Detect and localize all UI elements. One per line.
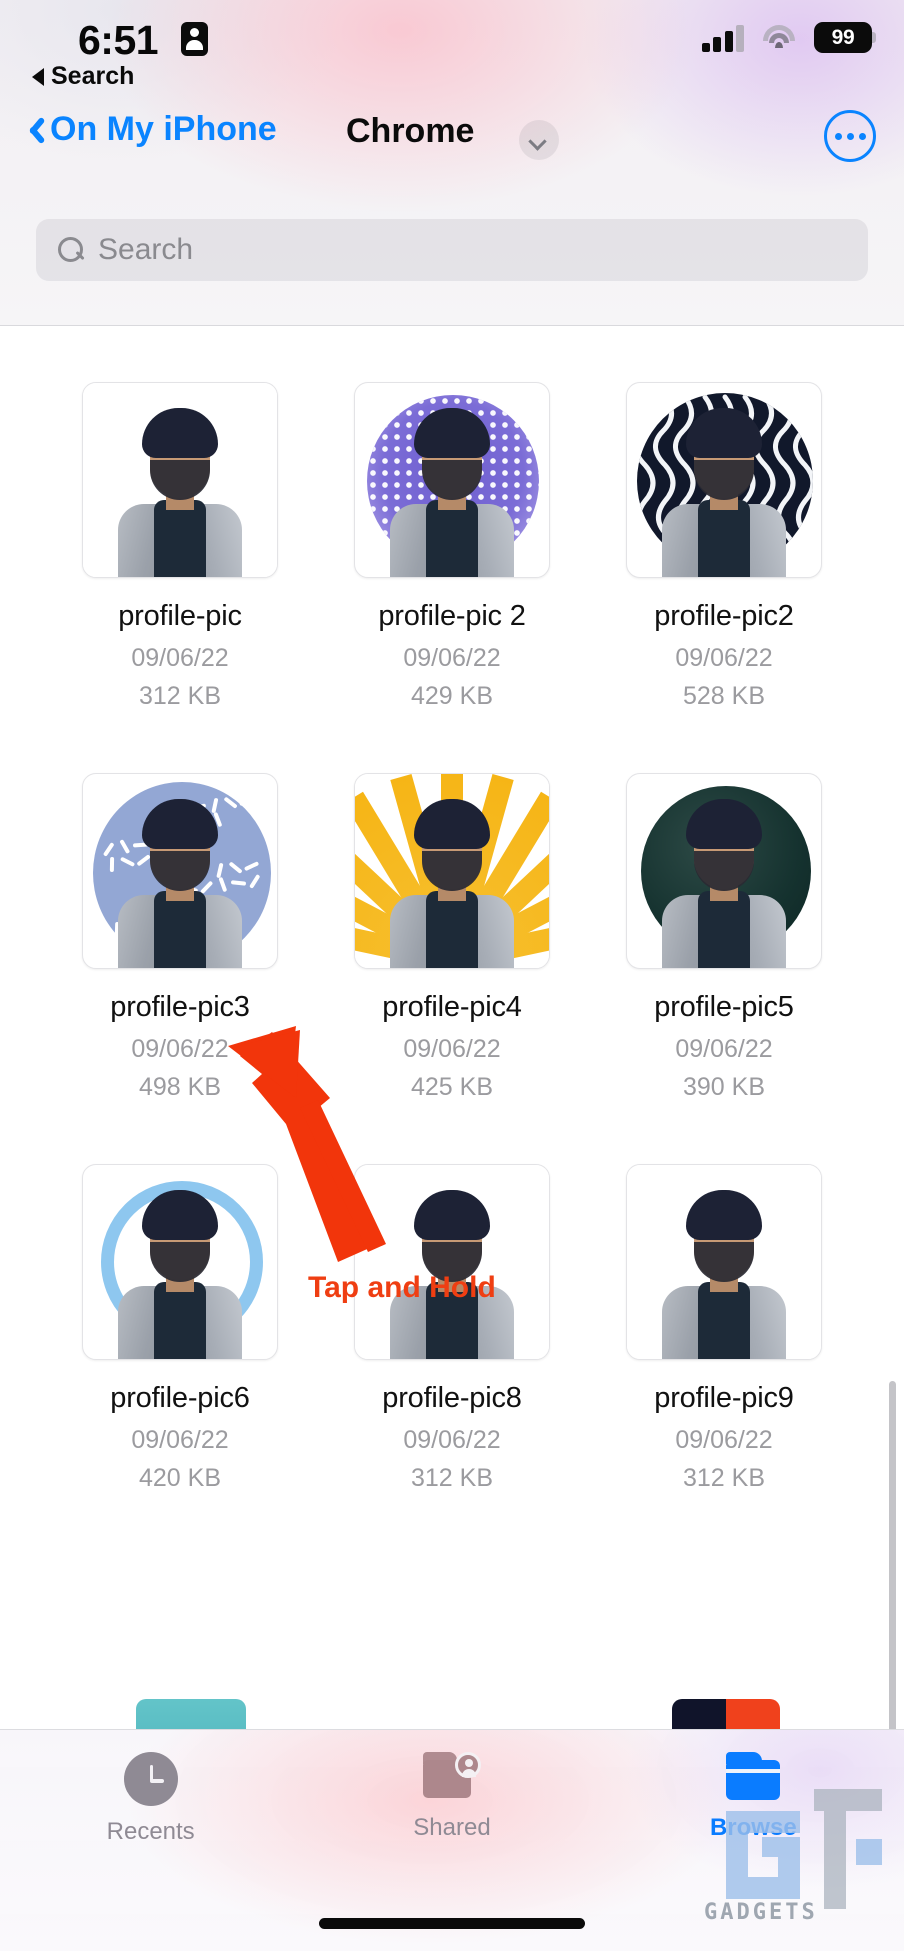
file-thumbnail[interactable] xyxy=(354,1164,550,1360)
file-size: 425 KB xyxy=(410,1073,493,1101)
page-title: Chrome xyxy=(346,112,475,150)
file-item[interactable]: profile-pic3 09/06/22 498 KB xyxy=(44,773,316,1102)
file-grid-area[interactable]: profile-pic 09/06/22 312 KB profile-pic 2 09… xyxy=(0,326,904,1729)
clock-icon xyxy=(123,1752,178,1806)
avatar xyxy=(388,799,516,968)
tab-recents[interactable]: Recents xyxy=(0,1730,301,1890)
status-indicators: 99 xyxy=(701,22,876,53)
file-date: 09/06/22 xyxy=(403,1035,501,1063)
battery-percent: 99 xyxy=(831,25,855,49)
file-name: profile-pic4 xyxy=(382,991,522,1023)
file-size: 498 KB xyxy=(138,1073,221,1101)
file-size: 312 KB xyxy=(410,1464,493,1492)
file-size: 420 KB xyxy=(138,1464,221,1492)
gt-logo: GADGETS xyxy=(696,1781,886,1931)
tab-label: Recents xyxy=(106,1818,195,1845)
file-thumbnail[interactable] xyxy=(82,773,278,969)
back-to-search-button[interactable]: Search xyxy=(32,62,134,91)
chevron-left-icon xyxy=(22,114,40,146)
file-name: profile-pic9 xyxy=(654,1382,794,1414)
navigation-bar: On My iPhone Chrome xyxy=(0,100,904,178)
battery-icon: 99 xyxy=(814,22,876,53)
search-input[interactable]: Search xyxy=(36,219,868,281)
file-thumbnail[interactable] xyxy=(354,382,550,578)
annotation-label: Tap and Hold xyxy=(308,1271,496,1304)
file-item[interactable]: profile-pic9 09/06/22 312 KB xyxy=(588,1164,860,1493)
tab-label: Shared xyxy=(413,1814,491,1841)
file-size: 390 KB xyxy=(682,1073,765,1101)
search-icon xyxy=(58,237,84,263)
file-date: 09/06/22 xyxy=(403,1426,501,1454)
wifi-icon xyxy=(762,24,796,51)
file-item[interactable]: profile-pic2 09/06/22 528 KB xyxy=(588,382,860,711)
id-card-icon xyxy=(181,22,208,56)
file-date: 09/06/22 xyxy=(675,1035,773,1063)
next-row-peek xyxy=(0,1685,904,1729)
status-bar: 6:51 Search 99 xyxy=(0,0,904,100)
status-time: 6:51 xyxy=(78,17,159,63)
ellipsis-circle-icon[interactable] xyxy=(824,110,876,162)
file-name: profile-pic8 xyxy=(382,1382,522,1414)
file-name: profile-pic5 xyxy=(654,991,794,1023)
avatar xyxy=(660,1190,788,1359)
file-size: 312 KB xyxy=(682,1464,765,1492)
file-item[interactable]: profile-pic5 09/06/22 390 KB xyxy=(588,773,860,1102)
watermark-text: GADGETS xyxy=(704,1900,818,1925)
chevron-down-icon[interactable] xyxy=(519,120,559,160)
file-item[interactable]: profile-pic 2 09/06/22 429 KB xyxy=(316,382,588,711)
file-name: profile-pic6 xyxy=(110,1382,250,1414)
scrollbar[interactable] xyxy=(889,1381,896,1729)
file-date: 09/06/22 xyxy=(131,1426,229,1454)
back-button[interactable]: On My iPhone xyxy=(22,110,277,149)
file-thumbnail[interactable] xyxy=(354,773,550,969)
file-item[interactable]: profile-pic8 09/06/22 312 KB xyxy=(316,1164,588,1493)
file-date: 09/06/22 xyxy=(131,1035,229,1063)
avatar xyxy=(116,799,244,968)
file-name: profile-pic xyxy=(118,600,242,632)
avatar xyxy=(660,799,788,968)
file-date: 09/06/22 xyxy=(131,644,229,672)
file-grid: profile-pic 09/06/22 312 KB profile-pic 2 09… xyxy=(0,326,904,1493)
home-indicator[interactable] xyxy=(319,1918,585,1929)
file-thumbnail[interactable] xyxy=(626,773,822,969)
folder-person-icon xyxy=(422,1752,481,1802)
iphone-screen: 6:51 Search 99 On My iPhone Chrome Searc… xyxy=(0,0,904,1951)
avatar xyxy=(388,408,516,577)
back-to-search-label: Search xyxy=(51,62,135,90)
file-item[interactable]: profile-pic6 09/06/22 420 KB xyxy=(44,1164,316,1493)
cellular-signal-icon xyxy=(701,24,744,52)
file-thumbnail[interactable] xyxy=(82,382,278,578)
avatar xyxy=(116,408,244,577)
file-item[interactable]: profile-pic 09/06/22 312 KB xyxy=(44,382,316,711)
search-placeholder: Search xyxy=(98,233,194,266)
file-name: profile-pic3 xyxy=(110,991,250,1023)
file-item[interactable]: profile-pic4 09/06/22 425 KB xyxy=(316,773,588,1102)
file-size: 312 KB xyxy=(138,682,221,710)
file-name: profile-pic2 xyxy=(654,600,794,632)
file-thumbnail[interactable] xyxy=(626,1164,822,1360)
file-size: 429 KB xyxy=(410,682,493,710)
file-thumbnail[interactable] xyxy=(82,1164,278,1360)
tab-bar: RecentsSharedBrowse GADGETS xyxy=(0,1729,904,1951)
file-thumbnail[interactable] xyxy=(626,382,822,578)
avatar xyxy=(116,1190,244,1359)
back-triangle-icon xyxy=(32,67,44,86)
back-button-label: On My iPhone xyxy=(50,110,277,148)
top-chrome: 6:51 Search 99 On My iPhone Chrome Searc… xyxy=(0,0,904,326)
tab-shared[interactable]: Shared xyxy=(301,1730,602,1890)
file-name: profile-pic 2 xyxy=(378,600,526,632)
file-date: 09/06/22 xyxy=(675,1426,773,1454)
file-date: 09/06/22 xyxy=(403,644,501,672)
avatar xyxy=(660,408,788,577)
file-date: 09/06/22 xyxy=(675,644,773,672)
file-size: 528 KB xyxy=(682,682,765,710)
